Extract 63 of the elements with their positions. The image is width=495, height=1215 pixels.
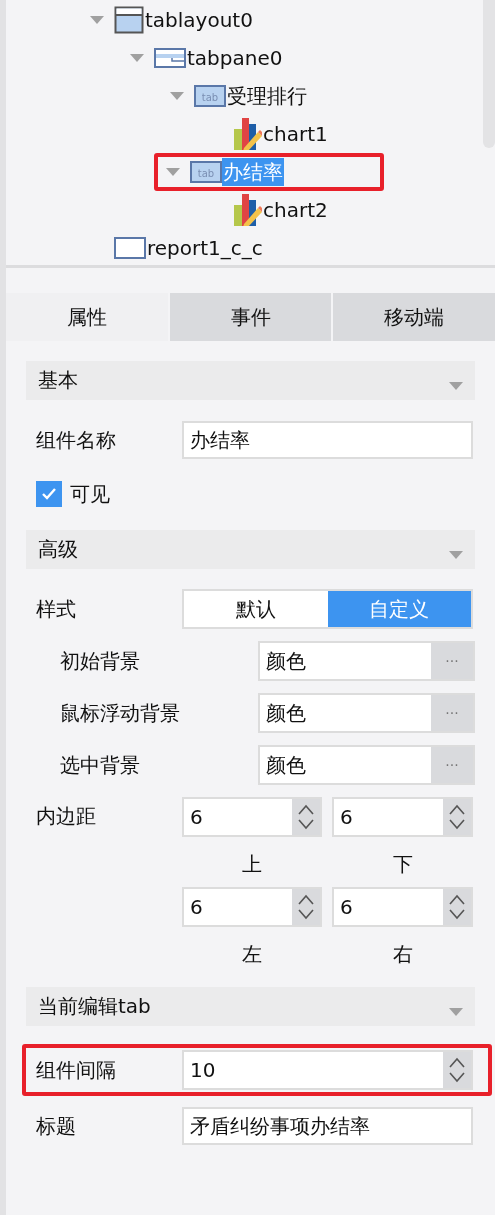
tree-item[interactable]: report1_c_c [146,234,264,262]
chevron-down-icon [449,1072,465,1084]
spin-buttons[interactable] [443,1052,471,1088]
number-spinner[interactable]: 6 [182,797,322,837]
tree-item[interactable]: tabpane0 [186,44,284,72]
section-header[interactable]: 当前编辑tab [26,987,475,1026]
chevron-down-icon [449,819,465,831]
tree-item[interactable]: chart2 [262,196,329,224]
number-spinner[interactable]: 6 [332,887,473,927]
section-header[interactable]: 高级 [26,530,475,569]
field-caption: 下 [392,851,413,877]
field-label: 样式 [36,595,77,623]
field-label: 选中背景 [59,751,141,779]
number-spinner[interactable]: 6 [182,887,322,927]
field-label: 鼠标浮动背景 [59,699,181,727]
chevron-down-icon [449,909,465,921]
tab-icon: tab [194,85,226,107]
section-title: 当前编辑tab [38,993,151,1020]
field-label: 组件间隔 [36,1056,117,1084]
chevron-up-icon [298,893,314,905]
chevron-up-icon [449,803,465,815]
field-label: 标题 [36,1112,77,1140]
check-icon [41,487,57,501]
checkbox-label: 可见 [70,480,110,508]
color-field[interactable]: 颜色 ··· [258,641,475,681]
chevron-up-icon [298,803,314,815]
chart-icon [234,118,262,150]
tab-pane-icon [154,48,186,68]
segment-option[interactable]: 默认 [184,591,328,627]
spin-buttons[interactable] [292,889,320,925]
section-title: 基本 [38,367,78,394]
tree-item[interactable]: tablayout0 [144,6,254,34]
panel-tab[interactable]: 事件 [167,293,332,341]
chevron-down-icon [298,909,314,921]
section-title: 高级 [38,536,78,563]
field-caption: 右 [392,941,413,967]
text-field[interactable]: 矛盾纠纷事项办结率 [182,1107,473,1145]
checkbox[interactable] [36,481,62,507]
tab-layout-icon [114,6,144,34]
tree-item[interactable]: chart1 [262,120,329,148]
field-label: 内边距 [36,803,97,830]
panel-tab[interactable]: 移动端 [331,293,495,341]
spin-buttons[interactable] [443,889,471,925]
tab-icon: tab [190,161,222,183]
section-header[interactable]: 基本 [26,361,475,400]
spin-buttons[interactable] [292,799,320,835]
color-field[interactable]: 颜色 ··· [258,745,475,785]
chart-icon [234,194,262,226]
number-spinner[interactable]: 6 [332,797,473,837]
report-icon [114,237,146,259]
field-caption: 上 [242,851,262,877]
field-caption: 左 [242,941,262,967]
number-spinner[interactable]: 10 [182,1050,473,1090]
chevron-up-icon [449,893,465,905]
spin-buttons[interactable] [443,799,471,835]
text-field[interactable]: 办结率 [182,421,473,459]
chevron-down-icon [298,819,314,831]
panel-tab[interactable]: 属性 [6,293,168,341]
tree-item[interactable]: 受理排行 [226,82,308,110]
chevron-up-icon [449,1056,465,1068]
color-field[interactable]: 颜色 ··· [258,693,475,733]
field-label: 初始背景 [59,647,141,675]
field-label: 组件名称 [36,426,117,454]
